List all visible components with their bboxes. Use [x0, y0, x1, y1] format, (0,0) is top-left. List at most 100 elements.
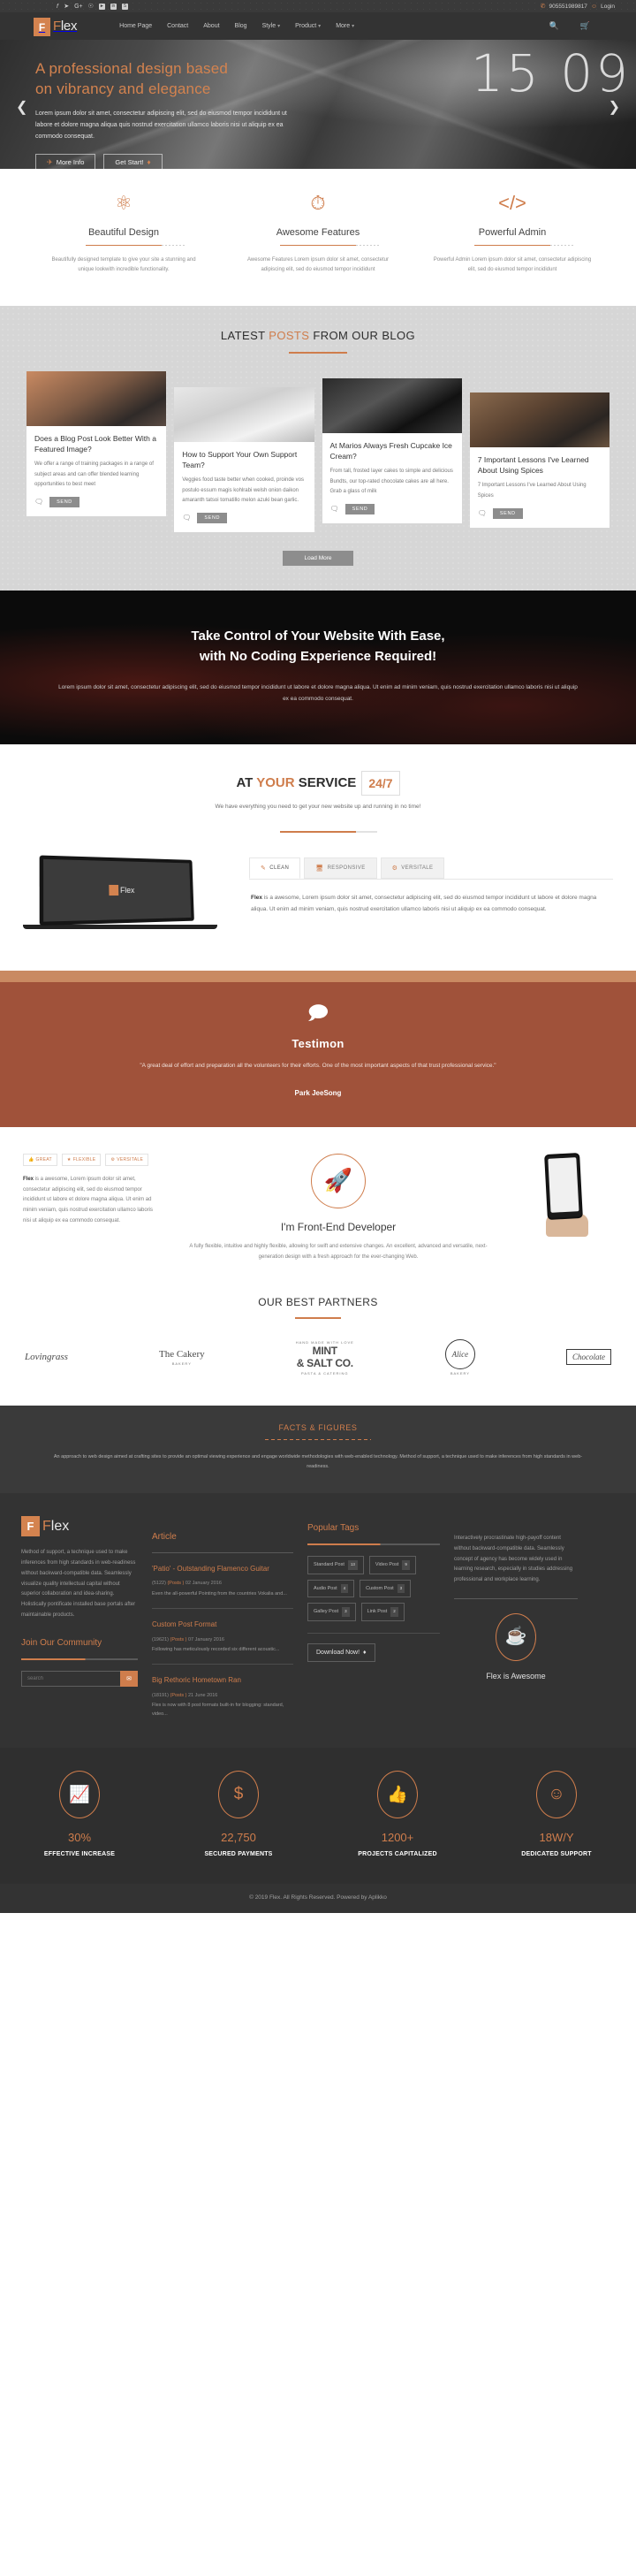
nav-item-home-page[interactable]: Home Page: [119, 23, 152, 29]
article-title[interactable]: 'Patio' - Outstanding Flamenco Guitar: [152, 1564, 293, 1574]
linkedin-icon[interactable]: in: [110, 3, 117, 10]
download-label: Download Now!: [316, 1650, 360, 1657]
divider: [21, 1658, 138, 1660]
feature-card: </> Powerful Admin Powerful Admin Lorem …: [415, 194, 610, 276]
tag-custom-post[interactable]: Custom Post 3: [360, 1579, 412, 1598]
footer-article[interactable]: Big Rethoric Hometown Ran (18191) (Posts…: [152, 1675, 293, 1719]
tag-count: 13: [347, 1559, 358, 1570]
hero-title: A professional design based on vibrancy …: [35, 59, 353, 100]
tag-video-post[interactable]: Video Post 9: [368, 1555, 416, 1574]
service-title-highlight: YOUR: [256, 775, 295, 791]
blog-card[interactable]: Does a Blog Post Look Better With a Feat…: [26, 370, 167, 516]
tag-galley-post[interactable]: Galley Post 3: [307, 1603, 356, 1622]
send-button[interactable]: SEND: [492, 507, 523, 519]
footer-awesome-label: Flex is Awesome: [486, 1671, 546, 1680]
google-plus-icon[interactable]: G+: [74, 4, 83, 10]
blog-card-list: Does a Blog Post Look Better With a Feat…: [26, 370, 610, 532]
divider: [152, 1607, 293, 1609]
tag-list: Standard Post 13 Video Post 9 Audio Post 4 …: [307, 1555, 440, 1622]
tab-responsive[interactable]: 🖥 RESPONSIVE: [304, 857, 377, 879]
search-icon[interactable]: 🔍: [549, 21, 559, 31]
tag-audio-post[interactable]: Audio Post 4: [307, 1579, 355, 1598]
nav-item-about[interactable]: About: [203, 23, 219, 29]
comments-icon[interactable]: 🗨: [182, 514, 191, 522]
pill-versitale[interactable]: ⚙ VERSITALE: [105, 1153, 149, 1166]
send-button[interactable]: SEND: [49, 496, 80, 507]
tag-standard-post[interactable]: Standard Post 13: [307, 1555, 364, 1574]
stat-label: DEDICATED SUPPORT: [521, 1851, 592, 1858]
nav-item-style[interactable]: Style ▾: [262, 23, 281, 29]
load-more-container: Load More: [26, 548, 610, 566]
tab-versitale[interactable]: ⚙ VERSITALE: [380, 857, 445, 879]
facebook-icon[interactable]: 𝑓: [57, 4, 58, 10]
divider: [280, 245, 379, 246]
social-links: 𝑓 ➤ G+ ☉ ► in S: [57, 3, 128, 10]
service-title-part1: AT: [236, 775, 257, 791]
divider: [474, 245, 573, 246]
phone-number: 905551989817: [549, 3, 587, 10]
footer-article[interactable]: 'Patio' - Outstanding Flamenco Guitar (5…: [152, 1564, 293, 1609]
nav-item-product[interactable]: Product ▾: [295, 23, 321, 29]
smiley-icon: ☺: [536, 1771, 577, 1819]
testimonial-section: 🗩 Testimon "A great deal of effort and p…: [0, 981, 636, 1127]
nav-item-blog[interactable]: Blog: [235, 23, 247, 29]
service-body: Flex ✎ CLEAN 🖥 RESPONSIVE ⚙ VERSITALE Flex …: [0, 855, 636, 939]
pill-great[interactable]: 👍 GREAT: [23, 1153, 57, 1166]
tab-clean[interactable]: ✎ CLEAN: [249, 857, 301, 879]
stat-number: 1200+: [381, 1831, 414, 1845]
tag-link-post[interactable]: Link Post 2: [360, 1603, 405, 1622]
divider: [280, 830, 377, 833]
comments-icon[interactable]: 🗨: [330, 505, 339, 513]
blog-card[interactable]: How to Support Your Own Support Team? Ve…: [174, 386, 314, 532]
feature-title: Beautiful Design: [87, 227, 160, 238]
cart-icon[interactable]: 🛒: [580, 21, 590, 31]
article-category[interactable]: (Posts ): [167, 1581, 184, 1586]
service-badge: 24/7: [361, 770, 400, 796]
blog-card-title: How to Support Your Own Support Team?: [182, 449, 298, 470]
article-id: (5122): [152, 1581, 166, 1587]
brand-logo[interactable]: F Flex: [34, 17, 77, 36]
download-now-button[interactable]: Download Now! ♦: [307, 1643, 375, 1663]
user-circle-icon[interactable]: ☺: [591, 4, 597, 10]
blog-card[interactable]: 7 Important Lessons I've Learned About U…: [469, 392, 610, 528]
footer-article[interactable]: Custom Post Format (19621) (Posts ) 07 J…: [152, 1620, 293, 1665]
rocket-icon: 🚀: [311, 1153, 366, 1208]
hero-next-button[interactable]: ❯: [609, 98, 620, 116]
get-start-label: Get Start!: [115, 157, 144, 166]
footer-right-text: Interactively procrastinate high-payoff …: [454, 1536, 573, 1582]
search-input[interactable]: [21, 1670, 121, 1687]
coffee-cup-icon: ☕: [496, 1612, 536, 1661]
partner-logo-sub: BAKERY: [450, 1370, 470, 1376]
load-more-button[interactable]: Load More: [283, 550, 353, 566]
youtube-icon[interactable]: ►: [98, 3, 105, 10]
comments-icon[interactable]: 🗨: [478, 509, 487, 517]
nav-icons: 🔍 🛒: [549, 21, 590, 31]
tag-label: Custom Post: [366, 1585, 394, 1591]
article-category[interactable]: (Posts ): [170, 1637, 187, 1642]
more-info-button[interactable]: ✈ More Info: [35, 153, 96, 169]
send-button[interactable]: SEND: [344, 503, 375, 514]
feature-text: Awesome Features Lorem ipsum dolor sit a…: [247, 257, 389, 273]
get-start-button[interactable]: Get Start! ♦: [103, 153, 163, 169]
article-category[interactable]: (Posts ): [170, 1693, 187, 1698]
nav-item-contact[interactable]: Contact: [167, 23, 188, 29]
twitter-icon[interactable]: ➤: [64, 4, 69, 10]
article-desc: Flex is now with 8 post formats built-in…: [152, 1703, 284, 1718]
partner-logo-name: MINT: [312, 1345, 337, 1358]
article-title[interactable]: Custom Post Format: [152, 1620, 293, 1630]
pinterest-icon[interactable]: ☉: [88, 4, 94, 10]
login-link[interactable]: Login: [601, 4, 615, 10]
article-title[interactable]: Big Rethoric Hometown Ran: [152, 1675, 293, 1686]
footer-logo[interactable]: F Flex: [21, 1513, 138, 1540]
article-desc: Following has meticulously recorded six …: [152, 1647, 280, 1653]
comments-icon[interactable]: 🗨: [34, 498, 43, 506]
pill-flexible[interactable]: ★ FLEXIBLE: [61, 1153, 102, 1166]
nav-item-more[interactable]: More ▾: [336, 23, 354, 29]
send-button[interactable]: SEND: [197, 512, 228, 523]
divider: [454, 1597, 578, 1599]
skype-icon[interactable]: S: [121, 3, 128, 10]
blog-thumbnail: [26, 370, 167, 426]
envelope-icon[interactable]: ✉: [120, 1670, 138, 1687]
tab-panel-text: is a awesome, Lorem ipsum dolor sit amet…: [251, 894, 597, 912]
blog-card[interactable]: At Marios Always Fresh Cupcake Ice Cream…: [322, 377, 462, 523]
